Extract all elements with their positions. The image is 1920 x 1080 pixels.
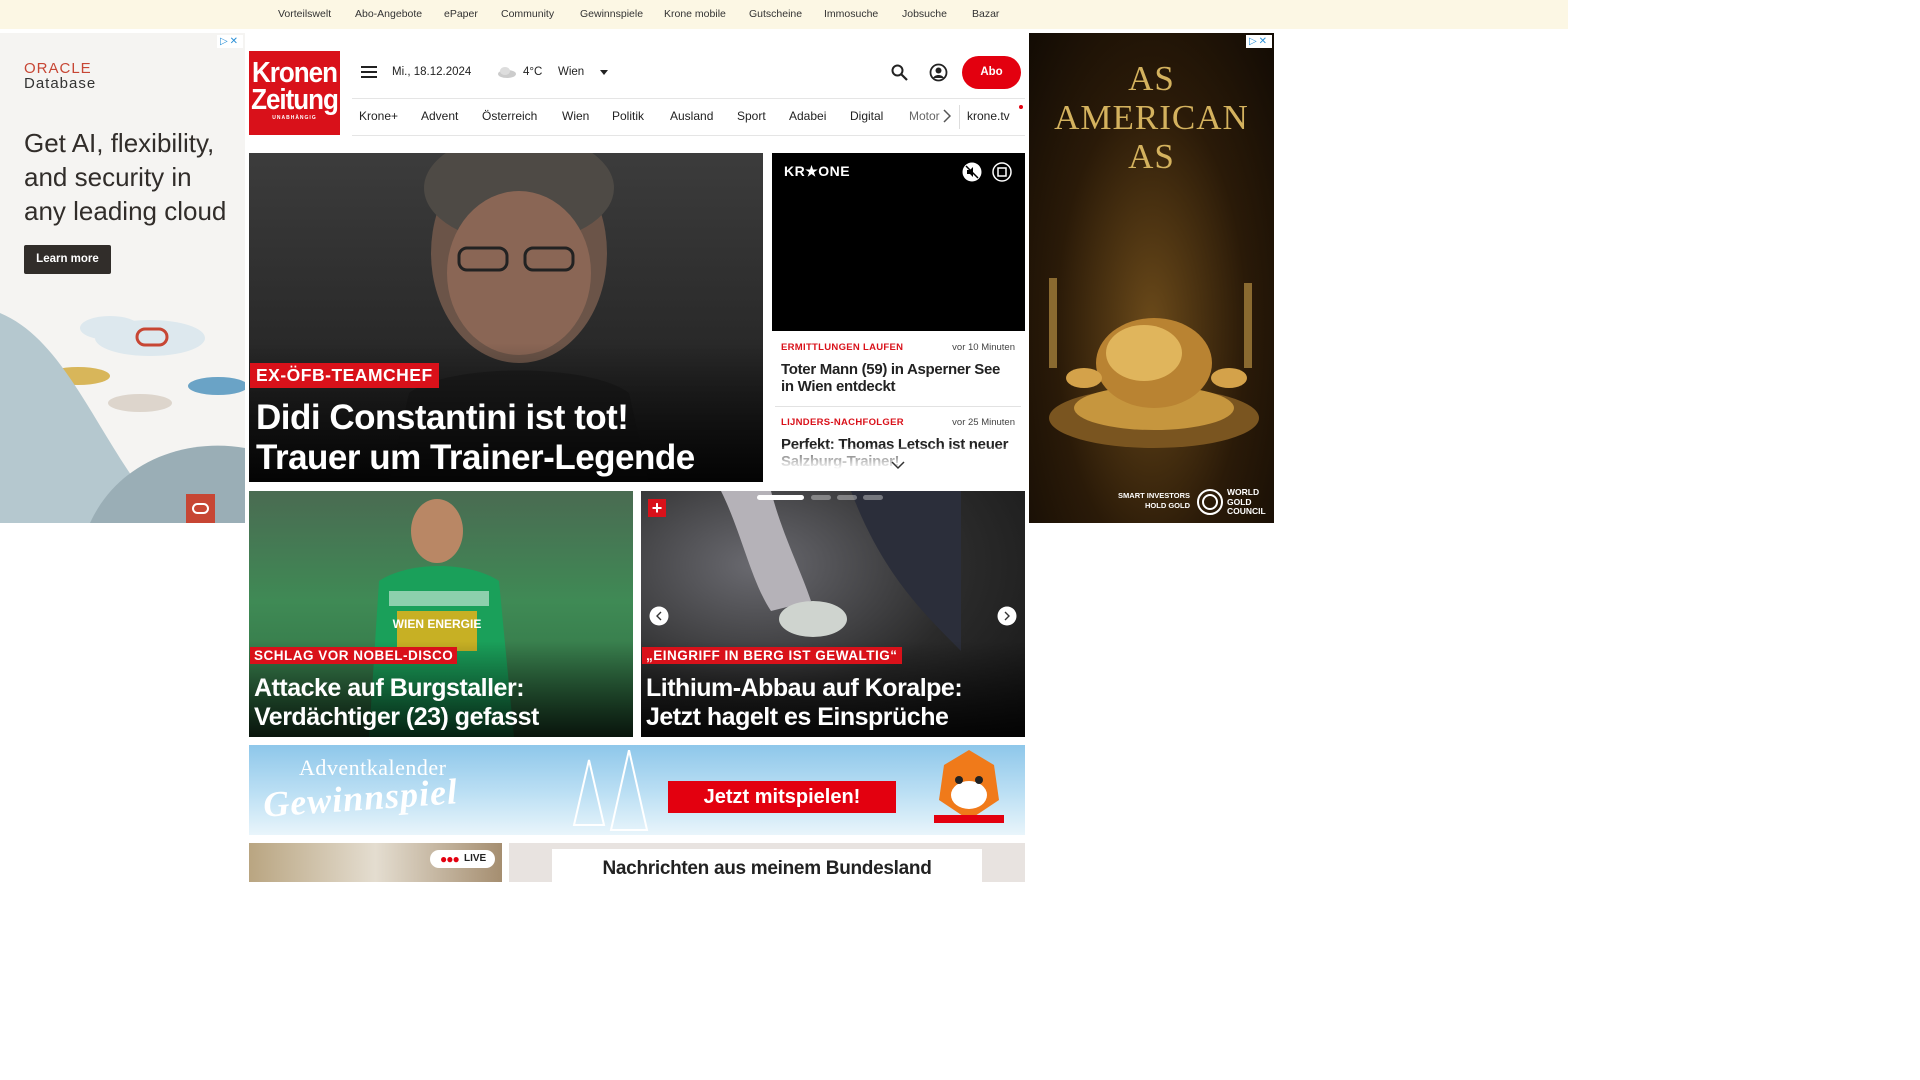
city-selector[interactable]: Wien: [558, 66, 584, 78]
ad-tagline: SMART INVESTORS HOLD GOLD: [1118, 491, 1190, 510]
article-slider-lithium[interactable]: + „EINGRIFF IN BERG IST GEWALTIG“ Lithiu…: [641, 491, 1025, 737]
chevron-down-icon[interactable]: [600, 70, 608, 75]
top-service-bar: Vorteilswelt Abo-Angebote ePaper Communi…: [0, 0, 1568, 29]
slider-next-arrow-icon[interactable]: [997, 606, 1017, 626]
mute-icon[interactable]: [962, 162, 982, 182]
oracle-ad[interactable]: ▷✕ ORACLE Database Get AI, flexibility, …: [0, 33, 245, 523]
nav-item-oesterreich[interactable]: Österreich: [482, 109, 537, 123]
card-kicker: „EINGRIFF IN BERG IST GEWALTIG“: [642, 647, 902, 664]
nav-item-adabei[interactable]: Adabei: [789, 109, 826, 123]
slider-prev-arrow-icon[interactable]: [649, 606, 669, 626]
learn-more-button[interactable]: Learn more: [24, 245, 111, 274]
live-ticker-card[interactable]: ●●● LIVE: [249, 843, 502, 882]
topnav-immosuche[interactable]: Immosuche: [824, 8, 878, 20]
chevron-down-icon[interactable]: [891, 461, 905, 470]
kronen-zeitung-logo[interactable]: Kronen Zeitung UNABHÄNGIG: [249, 51, 340, 135]
oracle-ad-headline: Get AI, flexibility, and security in any…: [24, 128, 227, 226]
live-dots-icon: ●●●: [440, 852, 460, 866]
slider-dot[interactable]: [863, 495, 883, 500]
card-kicker: SCHLAG VOR NOBEL-DISCO: [250, 647, 458, 664]
news-title: Toter Mann (59) in Asperner See in Wien …: [781, 361, 1001, 395]
fox-mascot-icon: [934, 750, 1004, 823]
cloud-weather-icon: [498, 67, 516, 78]
nav-item-krone-plus[interactable]: Krone+: [359, 109, 398, 123]
live-dot: [1019, 105, 1023, 109]
nav-item-politik[interactable]: Politik: [612, 109, 644, 123]
nav-item-motor[interactable]: Motor: [909, 109, 940, 123]
nav-item-advent[interactable]: Advent: [421, 109, 458, 123]
timestamp: vor 10 Minuten: [952, 342, 1015, 353]
ad-choices-icon[interactable]: ▷✕: [217, 35, 243, 48]
slider-dot[interactable]: [811, 495, 831, 500]
topnav-gewinnspiele[interactable]: Gewinnspiele: [580, 8, 643, 20]
banner-subtitle: Gewinnspiel: [261, 771, 460, 825]
slider-dot[interactable]: [837, 495, 857, 500]
golden-turkey-image: [1049, 278, 1259, 448]
abo-button[interactable]: Abo: [962, 56, 1021, 89]
topnav-krone-mobile[interactable]: Krone mobile: [664, 8, 726, 20]
sidebar-news-item[interactable]: ERMITTLUNGEN LAUFEN vor 10 Minuten Toter…: [781, 342, 1015, 395]
hero-article[interactable]: EX-ÖFB-TEAMCHEF Didi Constantini ist tot…: [249, 153, 763, 482]
bundesland-card[interactable]: Nachrichten aus meinem Bundesland: [509, 843, 1025, 882]
topnav-vorteilswelt[interactable]: Vorteilswelt: [278, 8, 331, 20]
hero-headline: Didi Constantini ist tot! Trauer um Trai…: [256, 398, 695, 477]
topnav-bazar[interactable]: Bazar: [972, 8, 999, 20]
nav-divider: [959, 105, 960, 129]
krone-tv-video-player[interactable]: KR★ONE: [772, 153, 1025, 331]
world-gold-council-logo-icon: [1197, 489, 1223, 515]
ad-choices-icon[interactable]: ▷✕: [1246, 35, 1272, 48]
nav-item-ausland[interactable]: Ausland: [670, 109, 713, 123]
bundesland-heading: Nachrichten aus meinem Bundesland: [552, 849, 982, 882]
ad-headline: AS AMERICAN AS: [1054, 59, 1249, 176]
topnav-epaper[interactable]: ePaper: [444, 8, 478, 20]
card-headline: Lithium-Abbau auf Koralpe: Jetzt hagelt …: [646, 674, 963, 731]
chevron-right-icon[interactable]: [943, 109, 951, 123]
nav-item-krone-tv[interactable]: krone.tv: [967, 109, 1010, 123]
adventkalender-banner[interactable]: Adventkalender Gewinnspiel Jetzt mitspie…: [249, 745, 1025, 835]
topnav-community[interactable]: Community: [501, 8, 554, 20]
timestamp: vor 25 Minuten: [952, 417, 1015, 428]
user-account-icon[interactable]: [929, 63, 948, 82]
topnav-abo-angebote[interactable]: Abo-Angebote: [355, 8, 422, 20]
topnav-jobsuche[interactable]: Jobsuche: [902, 8, 947, 20]
krone-tv-logo: KR★ONE: [784, 163, 851, 179]
main-navigation: Krone+ Advent Österreich Wien Politik Au…: [352, 98, 1025, 136]
nav-item-digital[interactable]: Digital: [850, 109, 883, 123]
world-gold-council-ad[interactable]: ▷✕ AS AMERICAN AS SMART INVESTORS HOLD G…: [1029, 33, 1274, 523]
jersey-sponsor-text: WIEN ENERGIE: [393, 617, 482, 631]
topnav-gutscheine[interactable]: Gutscheine: [749, 8, 802, 20]
temperature: 4°C: [523, 66, 543, 78]
slider-dot-active[interactable]: [757, 495, 804, 500]
nav-item-sport[interactable]: Sport: [737, 109, 766, 123]
news-divider: [775, 406, 1021, 407]
search-icon[interactable]: [891, 64, 908, 81]
oracle-product: Database: [24, 75, 97, 92]
article-card-burgstaller[interactable]: WIEN ENERGIE SCHLAG VOR NOBEL-DISCO Atta…: [249, 491, 633, 737]
hamburger-menu-icon[interactable]: [361, 66, 377, 79]
snowy-trees-icon: [572, 750, 649, 831]
nav-item-wien[interactable]: Wien: [562, 109, 589, 123]
hero-kicker: EX-ÖFB-TEAMCHEF: [250, 363, 439, 388]
world-gold-council-brand: WORLD GOLD COUNCIL: [1227, 487, 1266, 516]
live-badge: ●●● LIVE: [430, 850, 495, 868]
fullscreen-icon[interactable]: [992, 162, 1012, 182]
jetzt-mitspielen-button[interactable]: Jetzt mitspielen!: [668, 781, 896, 813]
krone-plus-badge: +: [648, 499, 666, 517]
current-date: Mi., 18.12.2024: [392, 66, 472, 78]
oracle-landscape-illustration: [0, 313, 245, 523]
card-headline: Attacke auf Burgstaller: Verdächtiger (2…: [254, 674, 539, 731]
